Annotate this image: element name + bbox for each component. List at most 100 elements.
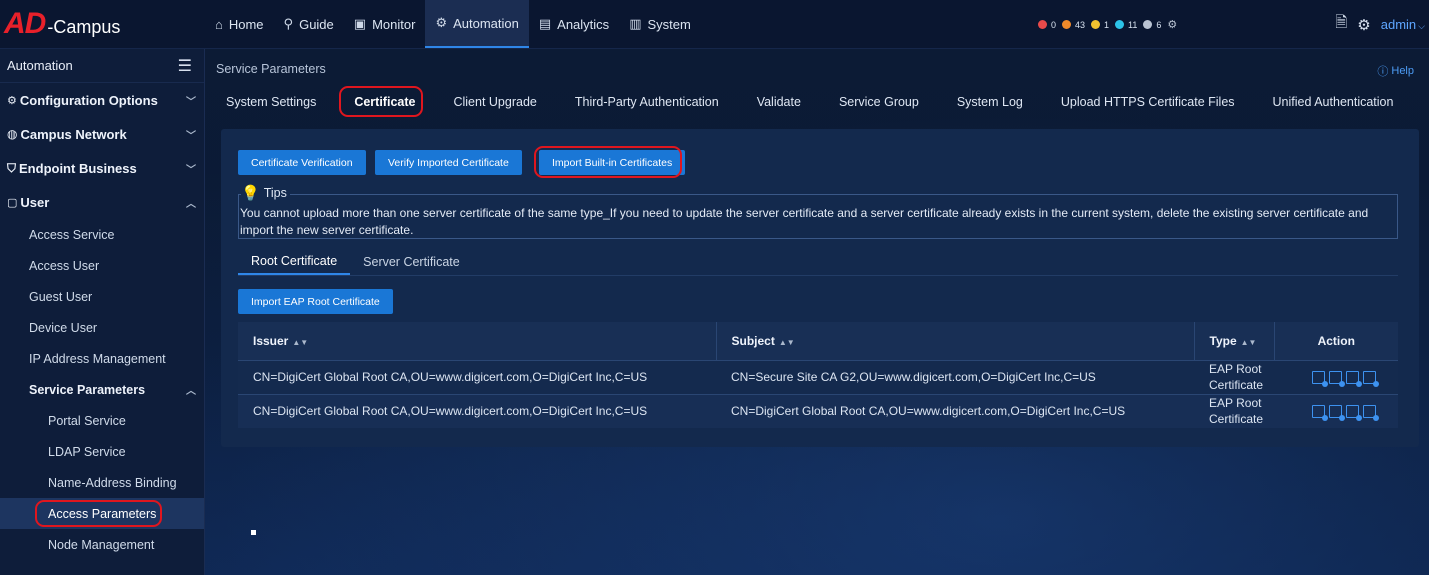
sidebar-item-access-user[interactable]: Access User	[0, 250, 204, 281]
sidebar-group-label: User	[20, 194, 50, 210]
sidebar-group-configuration-options[interactable]: ⚙ Configuration Options ﹀	[0, 83, 204, 117]
help-icon: ⓘ	[1377, 66, 1389, 78]
edit-certificate-icon[interactable]	[1345, 370, 1362, 387]
nav-analytics-label: Analytics	[557, 16, 610, 32]
sidebar-item-portal-service[interactable]: Portal Service	[0, 405, 204, 436]
sidebar-group-service-parameters[interactable]: Service Parameters ︿	[0, 374, 204, 405]
edit-certificate-icon[interactable]	[1345, 404, 1362, 421]
delete-certificate-icon[interactable]	[1362, 370, 1379, 387]
sidebar-item-ldap-service[interactable]: LDAP Service	[0, 436, 204, 467]
chevron-down-icon: ⌵	[1418, 21, 1425, 31]
sidebar-header: Automation ☰	[0, 49, 204, 83]
verify-imported-certificate-button[interactable]: Verify Imported Certificate	[375, 150, 522, 175]
column-label: Type	[1209, 333, 1237, 348]
menu-collapse-icon[interactable]: ☰	[178, 56, 192, 76]
sidebar-item-name-address-binding[interactable]: Name-Address Binding	[0, 467, 204, 498]
document-icon[interactable]: 🗎	[1335, 12, 1347, 37]
logo-product: -Campus	[47, 16, 121, 37]
tab-upload-https-certificate-files[interactable]: Upload HTTPS Certificate Files	[1042, 95, 1254, 109]
table-header-row: Issuer ▲▼ Subject ▲▼ Type ▲▼ Action	[238, 322, 1398, 360]
system-icon: ▥	[629, 16, 642, 31]
minor-alarm-count: 1	[1104, 19, 1110, 30]
import-eap-root-certificate-button[interactable]: Import EAP Root Certificate	[238, 289, 393, 314]
certificate-verification-button[interactable]: Certificate Verification	[238, 150, 366, 175]
tab-unified-authentication[interactable]: Unified Authentication	[1254, 95, 1413, 109]
nav-automation-label: Automation	[453, 15, 519, 31]
type-cell: EAP Root Certificate	[1194, 393, 1274, 428]
sidebar-group-user[interactable]: ▢ User ︿	[0, 185, 204, 219]
sidebar-group-endpoint-business[interactable]: ⛉ Endpoint Business ﹀	[0, 151, 204, 185]
sidebar-item-device-user[interactable]: Device User	[0, 312, 204, 343]
table-row: CN=DigiCert Global Root CA,OU=www.digice…	[238, 393, 1398, 428]
column-label: Issuer	[253, 333, 289, 348]
column-header-subject[interactable]: Subject ▲▼	[716, 322, 1195, 360]
column-header-action: Action	[1274, 322, 1398, 360]
monitor-icon: ▣	[353, 16, 367, 31]
import-built-in-certificates-button[interactable]: Import Built-in Certificates	[539, 150, 686, 175]
nav-home[interactable]: ⌂ Home	[205, 0, 274, 48]
critical-alarm-icon	[1038, 20, 1047, 29]
action-cell	[1274, 393, 1398, 428]
guide-icon: ⚲	[283, 16, 294, 31]
sidebar-item-node-management[interactable]: Node Management	[0, 529, 204, 560]
sidebar-group-campus-network[interactable]: ◍ Campus Network ﹀	[0, 117, 204, 151]
view-certificate-icon[interactable]	[1311, 404, 1328, 421]
nav-system-label: System	[647, 16, 691, 32]
critical-alarm-count: 0	[1051, 19, 1057, 30]
tab-validate[interactable]: Validate	[738, 95, 820, 109]
sidebar-item-access-service[interactable]: Access Service	[0, 219, 204, 250]
user-icon: ▢	[7, 196, 18, 209]
certificate-table: Issuer ▲▼ Subject ▲▼ Type ▲▼ Action CN=Digi…	[238, 322, 1398, 428]
column-header-type[interactable]: Type ▲▼	[1194, 322, 1275, 360]
sidebar-group-label: Configuration Options	[19, 92, 158, 108]
certificate-subtabs: Root Certificate Server Certificate	[238, 249, 473, 275]
sidebar-item-label: Access Parameters	[48, 506, 157, 521]
view-certificate-icon[interactable]	[1311, 370, 1328, 387]
shield-icon: ⛉	[7, 160, 17, 175]
tab-third-party-authentication[interactable]: Third-Party Authentication	[556, 95, 738, 109]
sidebar-item-access-parameters[interactable]: Access Parameters	[0, 498, 204, 529]
nav-guide[interactable]: ⚲ Guide	[274, 0, 344, 48]
logo[interactable]: AD -Campus	[0, 0, 205, 48]
home-icon: ⌂	[215, 16, 223, 32]
user-menu[interactable]: admin ⌵	[1381, 17, 1425, 32]
main-content: Service Parameters ⓘ Help System Setting…	[205, 49, 1429, 575]
chevron-down-icon: ﹀	[186, 96, 196, 108]
lightbulb-icon: 💡	[241, 185, 260, 202]
globe-icon: ◍	[7, 127, 18, 141]
delete-certificate-icon[interactable]	[1362, 404, 1379, 421]
help-label: Help	[1391, 65, 1414, 77]
sidebar-title: Automation	[7, 58, 73, 73]
column-header-issuer[interactable]: Issuer ▲▼	[238, 322, 717, 360]
help-link[interactable]: ⓘ Help	[1377, 63, 1414, 79]
tab-client-upgrade[interactable]: Client Upgrade	[434, 95, 555, 109]
gear-icon[interactable]: ⚙	[1357, 16, 1370, 34]
nav-analytics[interactable]: ▤ Analytics	[529, 0, 619, 48]
subtab-server-certificate[interactable]: Server Certificate	[350, 249, 473, 275]
chevron-up-icon: ︿	[186, 386, 196, 397]
sort-icon: ▲▼	[778, 337, 795, 347]
subject-cell: CN=DigiCert Global Root CA,OU=www.digice…	[716, 393, 1194, 428]
nav-system[interactable]: ▥ System	[619, 0, 701, 48]
subtabs-divider	[238, 275, 1398, 276]
download-certificate-icon[interactable]	[1328, 370, 1345, 387]
user-name: admin	[1380, 17, 1417, 32]
breadcrumb: Service Parameters	[216, 62, 326, 76]
bell-icon: ⚙	[1167, 19, 1178, 31]
column-label: Subject	[731, 333, 775, 348]
subtab-root-certificate[interactable]: Root Certificate	[238, 249, 351, 275]
sidebar-item-ip-address-management[interactable]: IP Address Management	[0, 343, 204, 374]
alarm-counters[interactable]: 0 43 1 11 6 ⚙	[1038, 18, 1177, 31]
tips-label: 💡 Tips	[241, 184, 290, 202]
tab-certificate[interactable]: Certificate	[335, 86, 434, 117]
tab-system-settings[interactable]: System Settings	[216, 95, 335, 109]
tab-service-group[interactable]: Service Group	[820, 95, 938, 109]
download-certificate-icon[interactable]	[1328, 404, 1345, 421]
warning-alarm-count: 11	[1128, 19, 1138, 30]
tab-system-log[interactable]: System Log	[938, 95, 1042, 109]
nav-automation[interactable]: ⚙ Automation	[425, 0, 529, 48]
subject-cell: CN=Secure Site CA G2,OU=www.digicert.com…	[716, 359, 1194, 394]
nav-monitor[interactable]: ▣ Monitor	[344, 0, 426, 48]
sidebar-item-guest-user[interactable]: Guest User	[0, 281, 204, 312]
sort-icon: ▲▼	[292, 337, 309, 347]
